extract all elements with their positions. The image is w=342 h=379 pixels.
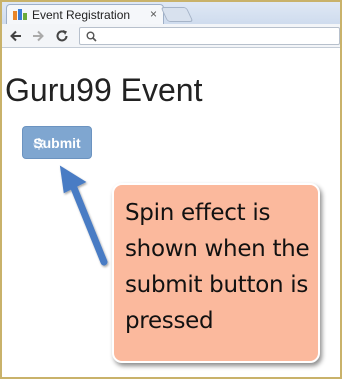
address-bar[interactable] xyxy=(79,27,340,45)
browser-window: Event Registration × Guru99 Event Submit… xyxy=(0,0,342,379)
reload-button[interactable] xyxy=(54,28,70,44)
tab-event-registration[interactable]: Event Registration × xyxy=(6,4,164,24)
favicon-icon xyxy=(13,8,27,21)
tab-title: Event Registration xyxy=(32,7,131,22)
submit-button[interactable]: Submit xyxy=(22,126,92,159)
annotation-arrow xyxy=(59,165,108,266)
reload-icon xyxy=(56,30,68,42)
tab-strip: Event Registration × xyxy=(2,2,340,24)
toolbar xyxy=(2,24,340,48)
arrow-right-icon xyxy=(33,30,44,42)
annotation-callout: Spin effect is shown when the submit but… xyxy=(112,183,320,363)
search-icon xyxy=(84,29,98,43)
tab-close-icon[interactable]: × xyxy=(150,7,157,21)
callout-text: Spin effect is shown when the submit but… xyxy=(125,200,310,334)
new-tab-button[interactable] xyxy=(160,7,194,22)
back-button[interactable] xyxy=(8,28,24,44)
arrow-left-icon xyxy=(10,30,21,42)
submit-button-label: Submit xyxy=(33,134,81,151)
page-title: Guru99 Event xyxy=(5,72,203,108)
forward-button[interactable] xyxy=(30,28,46,44)
